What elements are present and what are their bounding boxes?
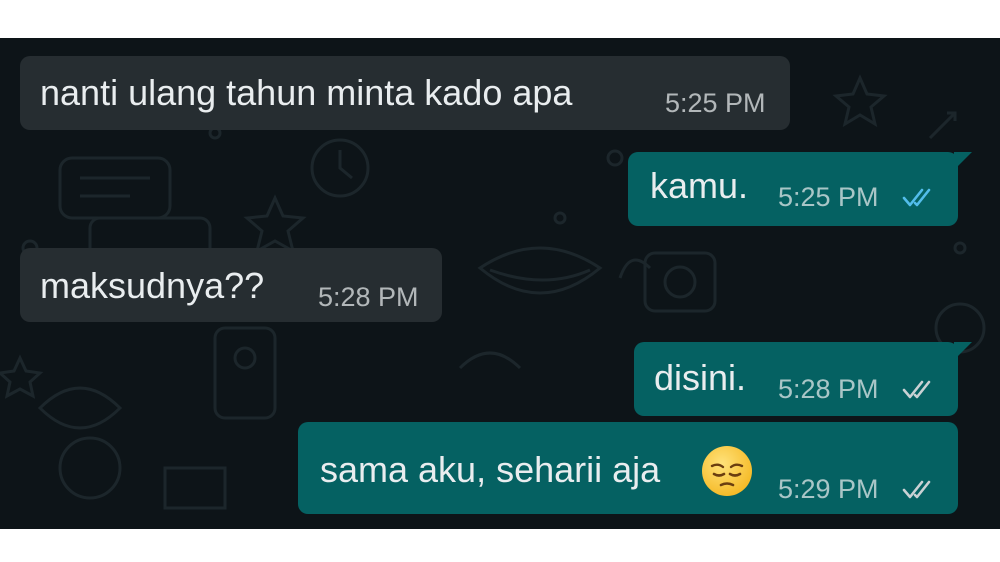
message-timestamp: 5:28 PM (778, 374, 879, 404)
message-bubble-outgoing[interactable]: sama aku, seharii aja 5:29 PM (298, 422, 958, 514)
bubble-tail (954, 152, 972, 170)
message-timestamp: 5:29 PM (778, 474, 879, 504)
message-bubble-incoming[interactable]: nanti ulang tahun minta kado apa 5:25 PM (20, 56, 790, 130)
delivered-double-check-icon (902, 380, 931, 399)
message-text: kamu. (650, 165, 749, 206)
message-text: maksudnya?? (40, 265, 265, 306)
message-text: sama aku, seharii aja (320, 449, 661, 490)
message-bubble-incoming[interactable]: maksudnya?? 5:28 PM (20, 248, 442, 322)
message-timestamp: 5:25 PM (665, 88, 766, 118)
message-timestamp: 5:28 PM (318, 282, 419, 312)
message-bubble-outgoing[interactable]: kamu. 5:25 PM (628, 152, 958, 226)
bubble-tail (954, 342, 972, 360)
pensive-face-emoji (702, 446, 752, 496)
read-double-check-icon (902, 188, 931, 207)
message-text: disini. (654, 357, 747, 398)
message-timestamp: 5:25 PM (778, 182, 879, 212)
message-bubble-outgoing[interactable]: disini. 5:28 PM (634, 342, 958, 416)
delivered-double-check-icon (902, 480, 931, 499)
message-text: nanti ulang tahun minta kado apa (40, 72, 573, 113)
chat-panel: nanti ulang tahun minta kado apa 5:25 PM… (0, 38, 1000, 529)
